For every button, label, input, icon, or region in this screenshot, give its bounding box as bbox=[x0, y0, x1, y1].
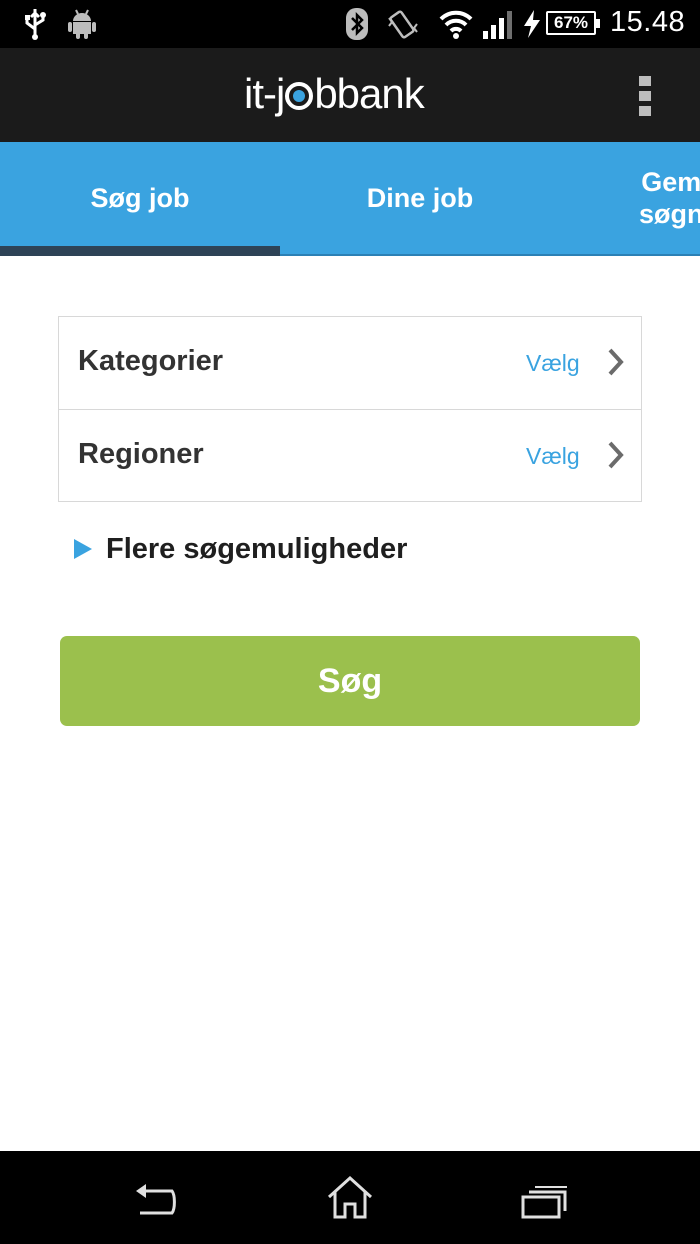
categories-row[interactable]: Kategorier Vælg bbox=[59, 317, 641, 409]
status-clock: 15.48 bbox=[610, 6, 686, 38]
tab-search-job[interactable]: Søg job bbox=[0, 142, 280, 254]
back-icon[interactable] bbox=[132, 1183, 180, 1219]
logo-text-end: bbank bbox=[314, 70, 424, 117]
tab-your-jobs[interactable]: Dine job bbox=[280, 142, 560, 254]
triangle-right-icon bbox=[74, 539, 92, 559]
logo-text-start: it-j bbox=[244, 70, 285, 117]
overflow-menu-icon[interactable] bbox=[638, 76, 652, 116]
tab-label: Søg job bbox=[90, 182, 190, 213]
tab-bar: Søg job Dine job Gem søgn bbox=[0, 142, 700, 256]
status-bar: 67% 15.48 bbox=[0, 0, 700, 48]
regions-label: Regioner bbox=[78, 438, 204, 470]
regions-value: Vælg bbox=[526, 443, 580, 469]
chevron-right-icon bbox=[608, 348, 624, 376]
tab-saved-searches[interactable]: Gem søgn bbox=[560, 142, 700, 254]
categories-label: Kategorier bbox=[78, 345, 224, 377]
bluetooth-icon bbox=[346, 8, 368, 40]
home-icon[interactable] bbox=[326, 1175, 374, 1219]
battery-icon: 67% bbox=[546, 11, 600, 35]
search-filter-list: Kategorier Vælg Regioner Vælg bbox=[58, 316, 642, 502]
usb-icon bbox=[25, 9, 46, 40]
wifi-icon bbox=[439, 10, 473, 39]
tab-label: Dine job bbox=[366, 182, 474, 213]
more-search-options-label: Flere søgemuligheder bbox=[106, 533, 408, 565]
vibrate-icon bbox=[388, 10, 418, 39]
active-tab-indicator bbox=[0, 246, 280, 256]
categories-value: Vælg bbox=[526, 350, 580, 376]
regions-row[interactable]: Regioner Vælg bbox=[59, 409, 641, 502]
android-debug-icon bbox=[68, 9, 96, 39]
chevron-right-icon bbox=[608, 441, 624, 469]
navigation-bar bbox=[0, 1151, 700, 1244]
signal-icon bbox=[483, 11, 512, 39]
app-bar: it-j bbank bbox=[0, 48, 700, 142]
logo-dot-icon bbox=[285, 82, 314, 110]
app-logo: it-j bbank bbox=[244, 70, 425, 118]
tab-label: Gem søgn bbox=[639, 167, 700, 229]
recent-apps-icon[interactable] bbox=[521, 1185, 569, 1219]
search-button[interactable]: Søg bbox=[60, 636, 640, 726]
charging-icon bbox=[524, 10, 540, 38]
